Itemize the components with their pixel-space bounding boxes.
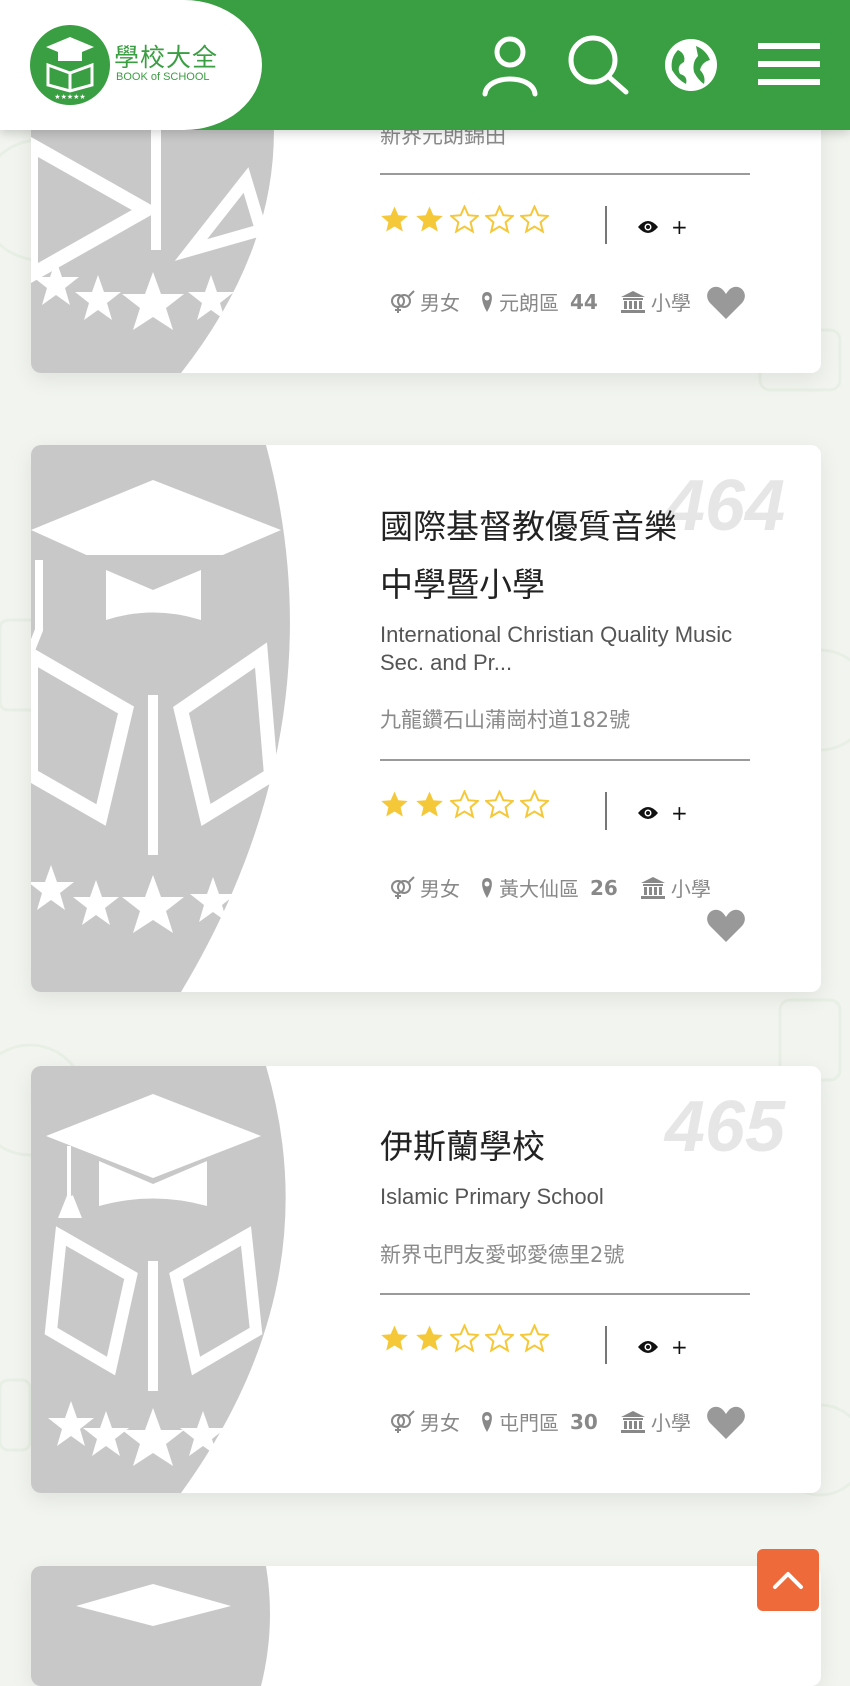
chevron-up-icon bbox=[773, 1572, 803, 1589]
level-label: 小學 bbox=[650, 291, 691, 315]
star-filled-icon bbox=[381, 791, 408, 817]
divider bbox=[380, 173, 750, 175]
separator bbox=[605, 206, 607, 244]
heart-icon[interactable] bbox=[706, 908, 746, 944]
gender-label: 男女 bbox=[420, 1411, 460, 1435]
star-empty-icon bbox=[520, 205, 549, 234]
star-filled-icon bbox=[381, 206, 408, 232]
school-placeholder-image bbox=[31, 1566, 270, 1686]
school-name-chinese[interactable]: 伊斯蘭學校 bbox=[380, 1118, 700, 1176]
eye-icon bbox=[638, 1341, 658, 1353]
school-building-icon bbox=[620, 290, 645, 313]
star-filled-icon bbox=[416, 1325, 443, 1351]
star-empty-icon bbox=[485, 205, 514, 234]
heart-icon[interactable] bbox=[706, 285, 746, 321]
views-value: + bbox=[671, 801, 688, 825]
divider bbox=[380, 1293, 750, 1295]
svg-text:★★★★★: ★★★★★ bbox=[54, 93, 85, 101]
gender-label: 男女 bbox=[420, 877, 460, 901]
rating-stars bbox=[380, 790, 549, 819]
logo-link[interactable]: ★★★★★ 學校大全 BOOK of SCHOOL bbox=[0, 0, 262, 130]
rating-stars bbox=[380, 205, 549, 234]
separator bbox=[605, 792, 607, 830]
district-label: 黃大仙區 bbox=[499, 877, 579, 901]
district-label: 元朗區 bbox=[499, 291, 559, 315]
views-value: + bbox=[671, 1335, 688, 1359]
logo-subtitle: BOOK of SCHOOL bbox=[116, 71, 210, 83]
user-icon[interactable] bbox=[477, 32, 543, 98]
map-pin-icon bbox=[482, 291, 492, 312]
gender-icon bbox=[391, 1409, 415, 1433]
gender-info: 男女 bbox=[389, 873, 460, 902]
level-info: 小學 bbox=[620, 1407, 691, 1436]
school-card[interactable]: 464 國際基督教優質音樂中學暨小學 International Christi… bbox=[31, 445, 821, 992]
district-info: 元朗區 44 bbox=[480, 287, 598, 316]
school-card[interactable]: 465 伊斯蘭學校 Islamic Primary School 新界屯門友愛邨… bbox=[31, 1066, 821, 1493]
views-counter: + bbox=[637, 1335, 688, 1359]
school-address: 新界屯門友愛邨愛德里2號 bbox=[380, 1243, 625, 1267]
level-label: 小學 bbox=[670, 877, 711, 901]
views-value: + bbox=[671, 215, 688, 239]
school-name-chinese[interactable]: 國際基督教優質音樂中學暨小學 bbox=[380, 498, 700, 614]
star-filled-icon bbox=[416, 206, 443, 232]
eye-icon bbox=[638, 221, 658, 233]
school-building-icon bbox=[640, 876, 665, 899]
star-empty-icon bbox=[450, 790, 479, 819]
school-placeholder-image bbox=[31, 1066, 286, 1493]
district-count: 30 bbox=[570, 1409, 598, 1434]
map-pin-icon bbox=[482, 1411, 492, 1432]
star-empty-icon bbox=[520, 1324, 549, 1353]
gender-info: 男女 bbox=[389, 287, 460, 316]
views-counter: + bbox=[637, 801, 688, 825]
school-building-icon bbox=[620, 1410, 645, 1433]
star-empty-icon bbox=[485, 790, 514, 819]
school-address: 九龍鑽石山蒲崗村道182號 bbox=[380, 708, 631, 732]
school-name-english[interactable]: Islamic Primary School bbox=[380, 1183, 740, 1211]
search-icon[interactable] bbox=[566, 32, 632, 98]
district-count: 44 bbox=[570, 289, 598, 314]
level-label: 小學 bbox=[650, 1411, 691, 1435]
logo-graduation-cap-icon: ★★★★★ bbox=[30, 25, 110, 105]
menu-icon[interactable] bbox=[756, 38, 822, 98]
star-empty-icon bbox=[520, 790, 549, 819]
gender-label: 男女 bbox=[420, 291, 460, 315]
rating-stars bbox=[380, 1324, 549, 1353]
level-info: 小學 bbox=[620, 287, 691, 316]
top-navigation-bar: ★★★★★ 學校大全 BOOK of SCHOOL bbox=[0, 0, 850, 130]
globe-icon[interactable] bbox=[658, 32, 724, 98]
star-filled-icon bbox=[381, 1325, 408, 1351]
district-info: 黃大仙區 26 bbox=[480, 873, 618, 902]
district-label: 屯門區 bbox=[499, 1411, 559, 1435]
school-name-english[interactable]: International Christian Quality Music Se… bbox=[380, 621, 740, 677]
school-meta: 男女 黃大仙區 26 小學 bbox=[389, 873, 711, 902]
gender-icon bbox=[391, 289, 415, 313]
separator bbox=[605, 1326, 607, 1364]
heart-icon[interactable] bbox=[706, 1405, 746, 1441]
gender-icon bbox=[391, 875, 415, 899]
level-info: 小學 bbox=[640, 873, 711, 902]
views-counter: + bbox=[637, 215, 688, 239]
school-meta: 男女 屯門區 30 小學 bbox=[389, 1407, 691, 1436]
back-to-top-button[interactable] bbox=[757, 1549, 819, 1611]
star-filled-icon bbox=[416, 791, 443, 817]
divider bbox=[380, 759, 750, 761]
star-empty-icon bbox=[485, 1324, 514, 1353]
school-card[interactable] bbox=[31, 1566, 821, 1686]
star-empty-icon bbox=[450, 1324, 479, 1353]
logo-title: 學校大全 bbox=[114, 43, 219, 72]
school-placeholder-image bbox=[31, 445, 290, 992]
district-count: 26 bbox=[590, 875, 618, 900]
gender-info: 男女 bbox=[389, 1407, 460, 1436]
map-pin-icon bbox=[482, 877, 492, 898]
eye-icon bbox=[638, 807, 658, 819]
star-empty-icon bbox=[450, 205, 479, 234]
district-info: 屯門區 30 bbox=[480, 1407, 598, 1436]
school-meta: 男女 元朗區 44 小學 bbox=[389, 287, 691, 316]
